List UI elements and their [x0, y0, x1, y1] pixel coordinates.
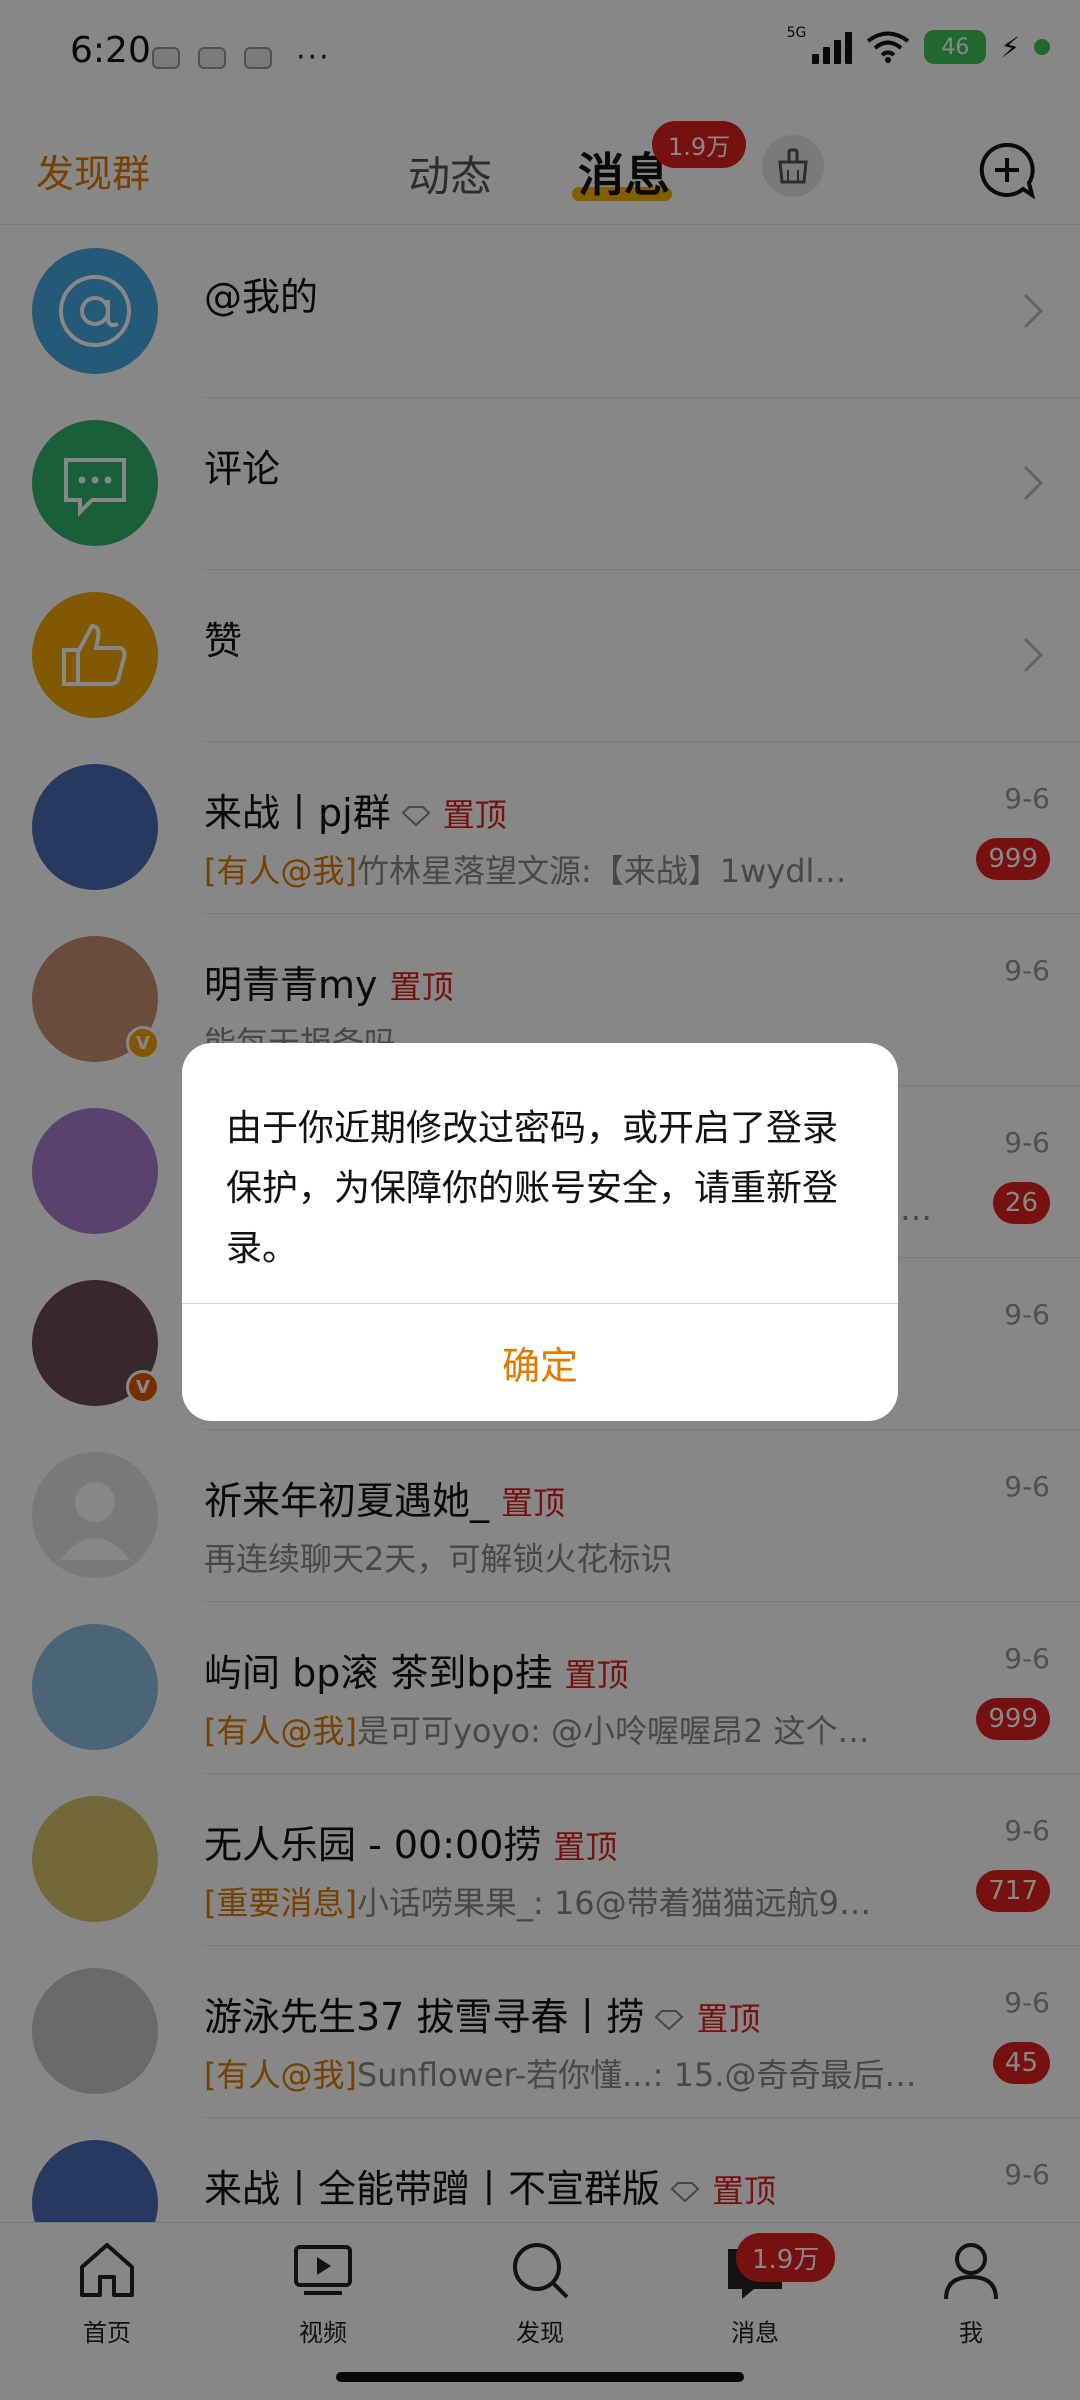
confirm-button[interactable]: 确定 — [182, 1304, 898, 1421]
dialog-message: 由于你近期修改过密码，或开启了登录保护，为保障你的账号安全，请重新登录。 — [226, 1108, 839, 1269]
relogin-dialog: 由于你近期修改过密码，或开启了登录保护，为保障你的账号安全，请重新登录。 确定 — [182, 1043, 898, 1421]
